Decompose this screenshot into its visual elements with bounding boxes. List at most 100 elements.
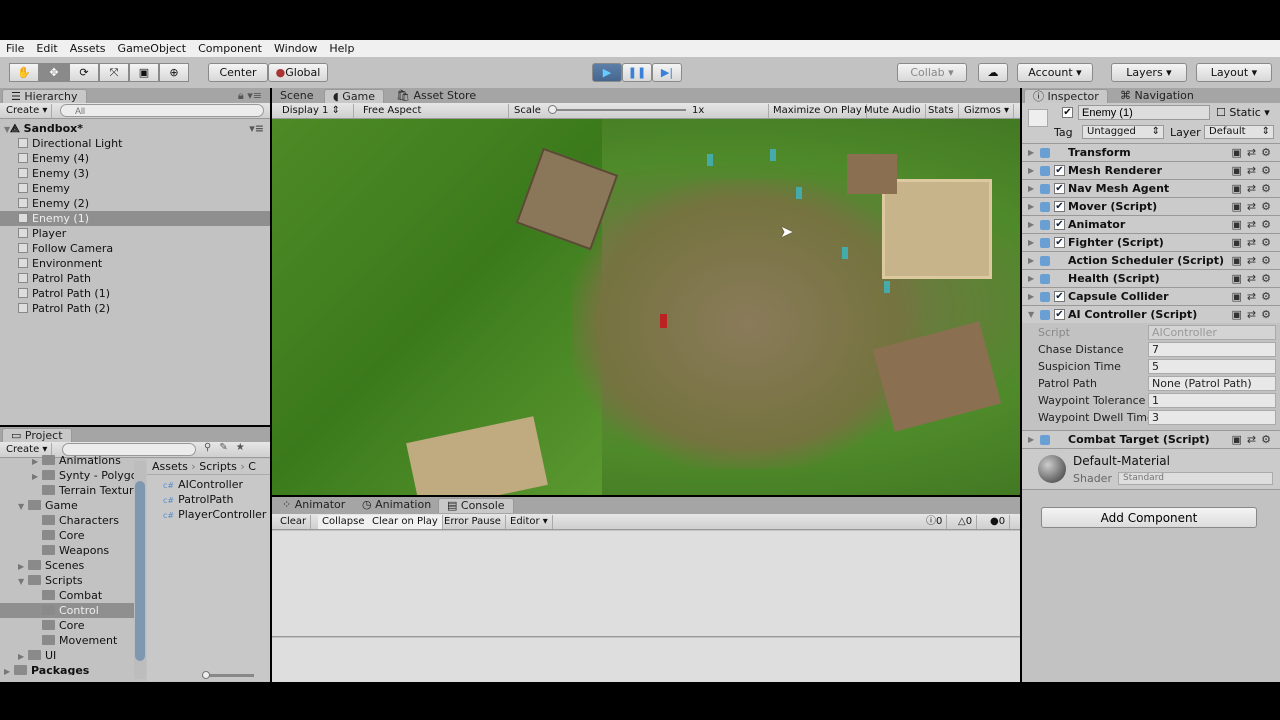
error-pause-toggle[interactable]: Error Pause — [440, 515, 506, 529]
filter-icons[interactable]: ⚲✎★ — [204, 442, 253, 453]
hierarchy-item[interactable]: ▶ Patrol Path (2) — [0, 301, 270, 316]
error-filter[interactable]: ●0 — [986, 515, 1011, 529]
shader-dropdown[interactable]: Standard — [1118, 472, 1273, 485]
mute-audio-toggle[interactable]: Mute Audio — [860, 104, 926, 118]
clear-on-play-toggle[interactable]: Clear on Play — [368, 515, 443, 529]
foldout-arrow-icon[interactable]: ▶ — [1028, 198, 1034, 216]
active-checkbox[interactable]: ✔ — [1062, 107, 1073, 118]
layer-dropdown[interactable]: Default ⇕ — [1204, 125, 1274, 139]
component-header[interactable]: ▶ ✔ Fighter (Script) ▣⇄⚙ — [1022, 233, 1280, 251]
tab-scene[interactable]: Scene — [272, 89, 322, 104]
layout-dropdown[interactable]: Layout ▾ — [1196, 63, 1272, 82]
tab-animation[interactable]: ◷ Animation — [354, 498, 439, 513]
cloud-icon[interactable]: ☁ — [978, 63, 1008, 82]
hierarchy-item[interactable]: ▶ Enemy — [0, 181, 270, 196]
project-folder[interactable]: Core — [0, 528, 135, 543]
hierarchy-search-input[interactable] — [60, 104, 264, 117]
expand-arrow-icon[interactable]: ▶ — [0, 197, 24, 212]
hierarchy-item[interactable]: ▶ Environment — [0, 256, 270, 271]
component-combat-target[interactable]: ▶ Combat Target (Script) ▣⇄⚙ — [1022, 430, 1280, 448]
expand-arrow-icon[interactable]: ▶ — [18, 649, 28, 664]
expand-arrow-icon[interactable]: ▶ — [0, 287, 24, 302]
component-icons[interactable]: ▣⇄⚙ — [1232, 198, 1276, 216]
expand-arrow-icon[interactable]: ▶ — [0, 242, 24, 257]
foldout-arrow-icon[interactable]: ▶ — [1028, 270, 1034, 288]
hierarchy-item[interactable]: ▶ Enemy (3) — [0, 166, 270, 181]
menu-gameobject[interactable]: GameObject — [118, 42, 187, 55]
foldout-arrow-icon[interactable]: ▶ — [1028, 252, 1034, 270]
hierarchy-item[interactable]: ▶ Enemy (2) — [0, 196, 270, 211]
enabled-checkbox[interactable]: ✔ — [1054, 165, 1065, 176]
component-header[interactable]: ▶ Transform ▣⇄⚙ — [1022, 143, 1280, 161]
project-folder[interactable]: ▶ Scenes — [0, 558, 135, 573]
project-folder[interactable]: ▶ Synty - Polygon — [0, 468, 135, 483]
display-dropdown[interactable]: Display 1 ⇕ — [278, 104, 354, 118]
tab-console[interactable]: ▤ Console — [438, 498, 514, 513]
foldout-arrow-icon[interactable]: ▶ — [1028, 288, 1034, 306]
project-folder[interactable]: ▶ Packages — [0, 663, 135, 675]
foldout-arrow-icon[interactable]: ▶ — [1028, 144, 1034, 162]
breadcrumb-item[interactable]: C — [248, 460, 256, 473]
component-header[interactable]: ▶ Action Scheduler (Script) ▣⇄⚙ — [1022, 251, 1280, 269]
collapse-toggle[interactable]: Collapse — [318, 515, 370, 529]
component-icons[interactable]: ▣⇄⚙ — [1232, 162, 1276, 180]
scene-root[interactable]: ▼⟁ Sandbox* ▾≡ — [0, 121, 270, 136]
expand-arrow-icon[interactable]: ▶ — [32, 454, 42, 469]
game-viewport[interactable]: ➤ — [272, 119, 1020, 495]
expand-arrow-icon[interactable]: ▶ — [0, 227, 24, 242]
enabled-checkbox[interactable]: ✔ — [1054, 291, 1065, 302]
lock-icon[interactable]: 🔒︎ ▾≡ — [238, 89, 262, 103]
breadcrumb-item[interactable]: Assets — [152, 460, 188, 473]
rotate-tool-icon[interactable]: ⟳ — [69, 63, 99, 82]
play-button[interactable]: ▶ — [592, 63, 622, 82]
hierarchy-item[interactable]: ▶ Player — [0, 226, 270, 241]
console-log-area[interactable] — [272, 531, 1020, 637]
clear-button[interactable]: Clear — [276, 515, 312, 529]
console-detail-area[interactable] — [272, 638, 1020, 682]
static-toggle[interactable]: ☐ Static ▾ — [1216, 106, 1270, 119]
tab-project[interactable]: ▭ Project — [2, 428, 72, 443]
component-header[interactable]: ▼ ✔ AI Controller (Script) ▣⇄⚙ — [1022, 305, 1280, 323]
component-icons[interactable]: ▣⇄⚙ — [1232, 270, 1276, 288]
component-header[interactable]: ▶ ✔ Nav Mesh Agent ▣⇄⚙ — [1022, 179, 1280, 197]
menu-component[interactable]: Component — [198, 42, 262, 55]
component-header[interactable]: ▶ ✔ Mesh Renderer ▣⇄⚙ — [1022, 161, 1280, 179]
foldout-arrow-icon[interactable]: ▶ — [1028, 234, 1034, 252]
stats-toggle[interactable]: Stats — [924, 104, 959, 118]
enabled-checkbox[interactable]: ✔ — [1054, 183, 1065, 194]
project-folder[interactable]: Weapons — [0, 543, 135, 558]
property-field[interactable]: AIController — [1148, 325, 1276, 340]
menu-window[interactable]: Window — [274, 42, 317, 55]
component-icons[interactable]: ▣⇄⚙ — [1232, 306, 1276, 324]
project-folder[interactable]: ▼ Game — [0, 498, 135, 513]
warning-filter[interactable]: △0 — [954, 515, 978, 529]
maximize-on-play-toggle[interactable]: Maximize On Play — [768, 104, 867, 118]
gizmos-dropdown[interactable]: Gizmos ▾ — [960, 104, 1015, 118]
foldout-arrow-icon[interactable]: ▼ — [1028, 306, 1034, 324]
expand-arrow-icon[interactable]: ▶ — [18, 559, 28, 574]
project-tree-scrollbar[interactable] — [134, 461, 146, 679]
property-field[interactable]: 5 — [1148, 359, 1276, 374]
object-name-input[interactable] — [1078, 105, 1210, 120]
component-header[interactable]: ▶ ✔ Animator ▣⇄⚙ — [1022, 215, 1280, 233]
script-file[interactable]: c# AIController — [147, 477, 270, 492]
expand-arrow-icon[interactable]: ▶ — [0, 272, 24, 287]
component-icons[interactable]: ▣⇄⚙ — [1232, 252, 1276, 270]
script-file[interactable]: c# PlayerController — [147, 507, 270, 522]
expand-arrow-icon[interactable]: ▶ — [0, 167, 24, 182]
enabled-checkbox[interactable]: ✔ — [1054, 219, 1065, 230]
component-icons[interactable]: ▣⇄⚙ — [1232, 216, 1276, 234]
tab-animator[interactable]: ⁘ Animator — [274, 498, 353, 513]
account-dropdown[interactable]: Account ▾ — [1017, 63, 1093, 82]
project-folder[interactable]: Combat — [0, 588, 135, 603]
tag-dropdown[interactable]: Untagged ⇕ — [1082, 125, 1164, 139]
menu-file[interactable]: File — [6, 42, 24, 55]
menu-edit[interactable]: Edit — [36, 42, 57, 55]
expand-arrow-icon[interactable]: ▼ — [18, 499, 28, 514]
component-icons[interactable]: ▣⇄⚙ — [1232, 234, 1276, 252]
expand-arrow-icon[interactable]: ▶ — [0, 182, 24, 197]
expand-arrow-icon[interactable]: ▶ — [0, 257, 24, 272]
tab-asset-store[interactable]: 🛍︎ Asset Store — [388, 89, 484, 104]
hierarchy-item[interactable]: ▶ Enemy (4) — [0, 151, 270, 166]
step-button[interactable]: ▶| — [652, 63, 682, 82]
